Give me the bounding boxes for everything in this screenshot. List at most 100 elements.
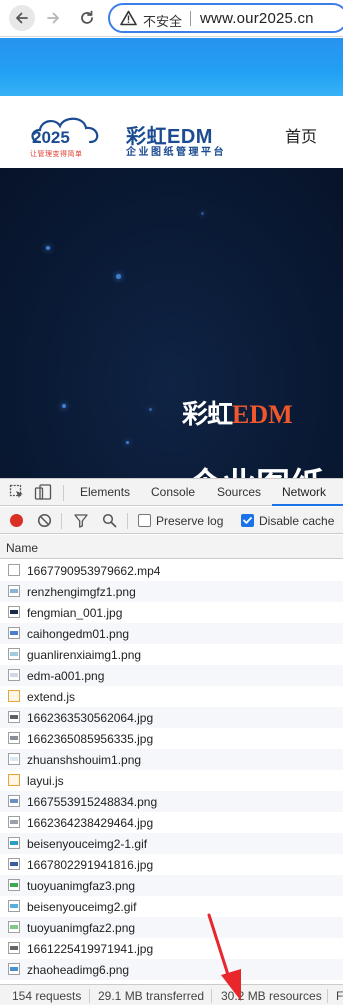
inspect-element-icon[interactable] (9, 484, 25, 500)
browser-toolbar: 不安全 www.our2025.cn (0, 0, 343, 37)
request-name[interactable]: guanlirenxiaimg1.png (27, 648, 141, 662)
request-name[interactable]: 1662364238429464.jpg (27, 816, 153, 830)
script-file-icon (8, 774, 20, 786)
address-bar[interactable]: 不安全 www.our2025.cn (108, 3, 343, 33)
divider (89, 989, 90, 1003)
image-file-icon (8, 753, 20, 765)
request-name[interactable]: zhuanshshouim1.png (27, 753, 141, 767)
request-name[interactable]: 1662365085956335.jpg (27, 732, 153, 746)
star-dot (201, 212, 204, 215)
request-row[interactable]: layui.js (0, 770, 343, 791)
request-row[interactable]: extend.js (0, 686, 343, 707)
request-row[interactable]: 1667553915248834.png (0, 791, 343, 812)
device-toolbar-icon[interactable] (34, 484, 52, 500)
devtools-panel: Elements Console Sources Network Preserv… (0, 478, 343, 1005)
hero-banner: 彩虹EDM 企业图纸 (0, 168, 343, 478)
annotation-arrow-icon (207, 913, 241, 1001)
request-row[interactable]: 1661225419971941.jpg (0, 938, 343, 959)
image-file-icon (8, 648, 20, 660)
forward-button[interactable] (40, 5, 66, 31)
request-name[interactable]: tuoyuanimgfaz2.png (27, 921, 135, 935)
request-row[interactable]: 1662363530562064.jpg (0, 707, 343, 728)
finish-time: F (336, 989, 343, 1003)
tab-sources[interactable]: Sources (217, 485, 261, 499)
script-file-icon (8, 690, 20, 702)
request-row[interactable]: 1667802291941816.jpg (0, 854, 343, 875)
arrow-right-icon (47, 12, 59, 24)
request-name[interactable]: extend.js (27, 690, 75, 704)
request-name[interactable]: tuoyuanimgfaz3.png (27, 879, 135, 893)
request-name[interactable]: fengmian_001.jpg (27, 606, 122, 620)
request-count: 154 requests (12, 989, 82, 1003)
image-file-icon (8, 963, 20, 975)
brand-subtitle: 企业图纸管理平台 (126, 147, 226, 158)
devtools-tabbar: Elements Console Sources Network (0, 479, 343, 506)
image-file-icon (8, 585, 20, 597)
active-tab-indicator (272, 504, 343, 506)
request-row[interactable]: 1662364238429464.jpg (0, 812, 343, 833)
logo-cloud-icon[interactable]: 2025 (28, 112, 108, 152)
request-name[interactable]: edm-a001.png (27, 669, 104, 683)
reload-icon (81, 10, 93, 24)
request-row[interactable]: 1662365085956335.jpg (0, 728, 343, 749)
tab-elements[interactable]: Elements (80, 485, 130, 499)
request-row[interactable]: tuoyuanimgfaz2.png (0, 917, 343, 938)
checkmark-icon (243, 517, 252, 524)
nav-home-link[interactable]: 首页 (285, 123, 317, 147)
hero-title-en: EDM (232, 400, 293, 429)
request-row[interactable]: caihongedm01.png (0, 623, 343, 644)
tab-network[interactable]: Network (282, 485, 326, 499)
security-label[interactable]: 不安全 (143, 11, 182, 30)
image-file-icon (8, 942, 20, 954)
filter-icon[interactable] (74, 513, 88, 528)
logo-slogan: 让管理变得简单 (30, 151, 83, 158)
request-name[interactable]: 1662363530562064.jpg (27, 711, 153, 725)
request-row[interactable]: renzhengimgfz1.png (0, 581, 343, 602)
image-file-icon (8, 879, 20, 891)
image-file-icon (8, 900, 20, 912)
record-button[interactable] (10, 514, 23, 527)
request-row[interactable]: zhaoheadimg6.png (0, 959, 343, 980)
image-file-icon (8, 711, 20, 723)
clear-icon[interactable] (37, 513, 52, 528)
preserve-log-label[interactable]: Preserve log (156, 514, 223, 528)
disable-cache-label[interactable]: Disable cache (259, 514, 334, 528)
warning-icon[interactable] (120, 10, 137, 26)
request-name[interactable]: beisenyouceimg2-1.gif (27, 837, 147, 851)
request-row[interactable]: beisenyouceimg2-1.gif (0, 833, 343, 854)
network-toolbar: Preserve log Disable cache (0, 507, 343, 534)
request-row[interactable]: edm-a001.png (0, 665, 343, 686)
hero-title: 彩虹EDM (182, 394, 293, 431)
image-file-icon (8, 732, 20, 744)
request-name[interactable]: layui.js (27, 774, 64, 788)
disable-cache-checkbox[interactable] (241, 514, 254, 527)
reload-button[interactable] (74, 5, 100, 31)
url-text[interactable]: www.our2025.cn (200, 10, 314, 27)
request-row[interactable]: tuoyuanimgfaz3.png (0, 875, 343, 896)
tab-console[interactable]: Console (151, 485, 195, 499)
request-name[interactable]: 1667802291941816.jpg (27, 858, 153, 872)
star-dot (62, 404, 66, 408)
request-name[interactable]: beisenyouceimg2.gif (27, 900, 136, 914)
preserve-log-checkbox[interactable] (138, 514, 151, 527)
star-dot (126, 441, 129, 444)
request-name[interactable]: zhaoheadimg6.png (27, 963, 129, 977)
request-name[interactable]: caihongedm01.png (27, 627, 129, 641)
image-file-icon (8, 795, 20, 807)
request-name[interactable]: 1667790953979662.mp4 (27, 564, 160, 578)
back-button[interactable] (9, 5, 35, 31)
request-row[interactable]: fengmian_001.jpg (0, 602, 343, 623)
request-name[interactable]: 1667553915248834.png (27, 795, 157, 809)
request-row[interactable]: 1667790953979662.mp4 (0, 560, 343, 581)
search-icon[interactable] (102, 513, 117, 528)
request-row[interactable]: beisenyouceimg2.gif (0, 896, 343, 917)
request-name[interactable]: 1661225419971941.jpg (27, 942, 153, 956)
name-column-header[interactable]: Name (0, 535, 343, 559)
request-row[interactable]: guanlirenxiaimg1.png (0, 644, 343, 665)
request-name[interactable]: renzhengimgfz1.png (27, 585, 136, 599)
request-row[interactable]: zhuanshshouim1.png (0, 749, 343, 770)
image-file-icon (8, 669, 20, 681)
image-file-icon (8, 921, 20, 933)
media-file-icon (8, 564, 20, 576)
image-file-icon (8, 858, 20, 870)
